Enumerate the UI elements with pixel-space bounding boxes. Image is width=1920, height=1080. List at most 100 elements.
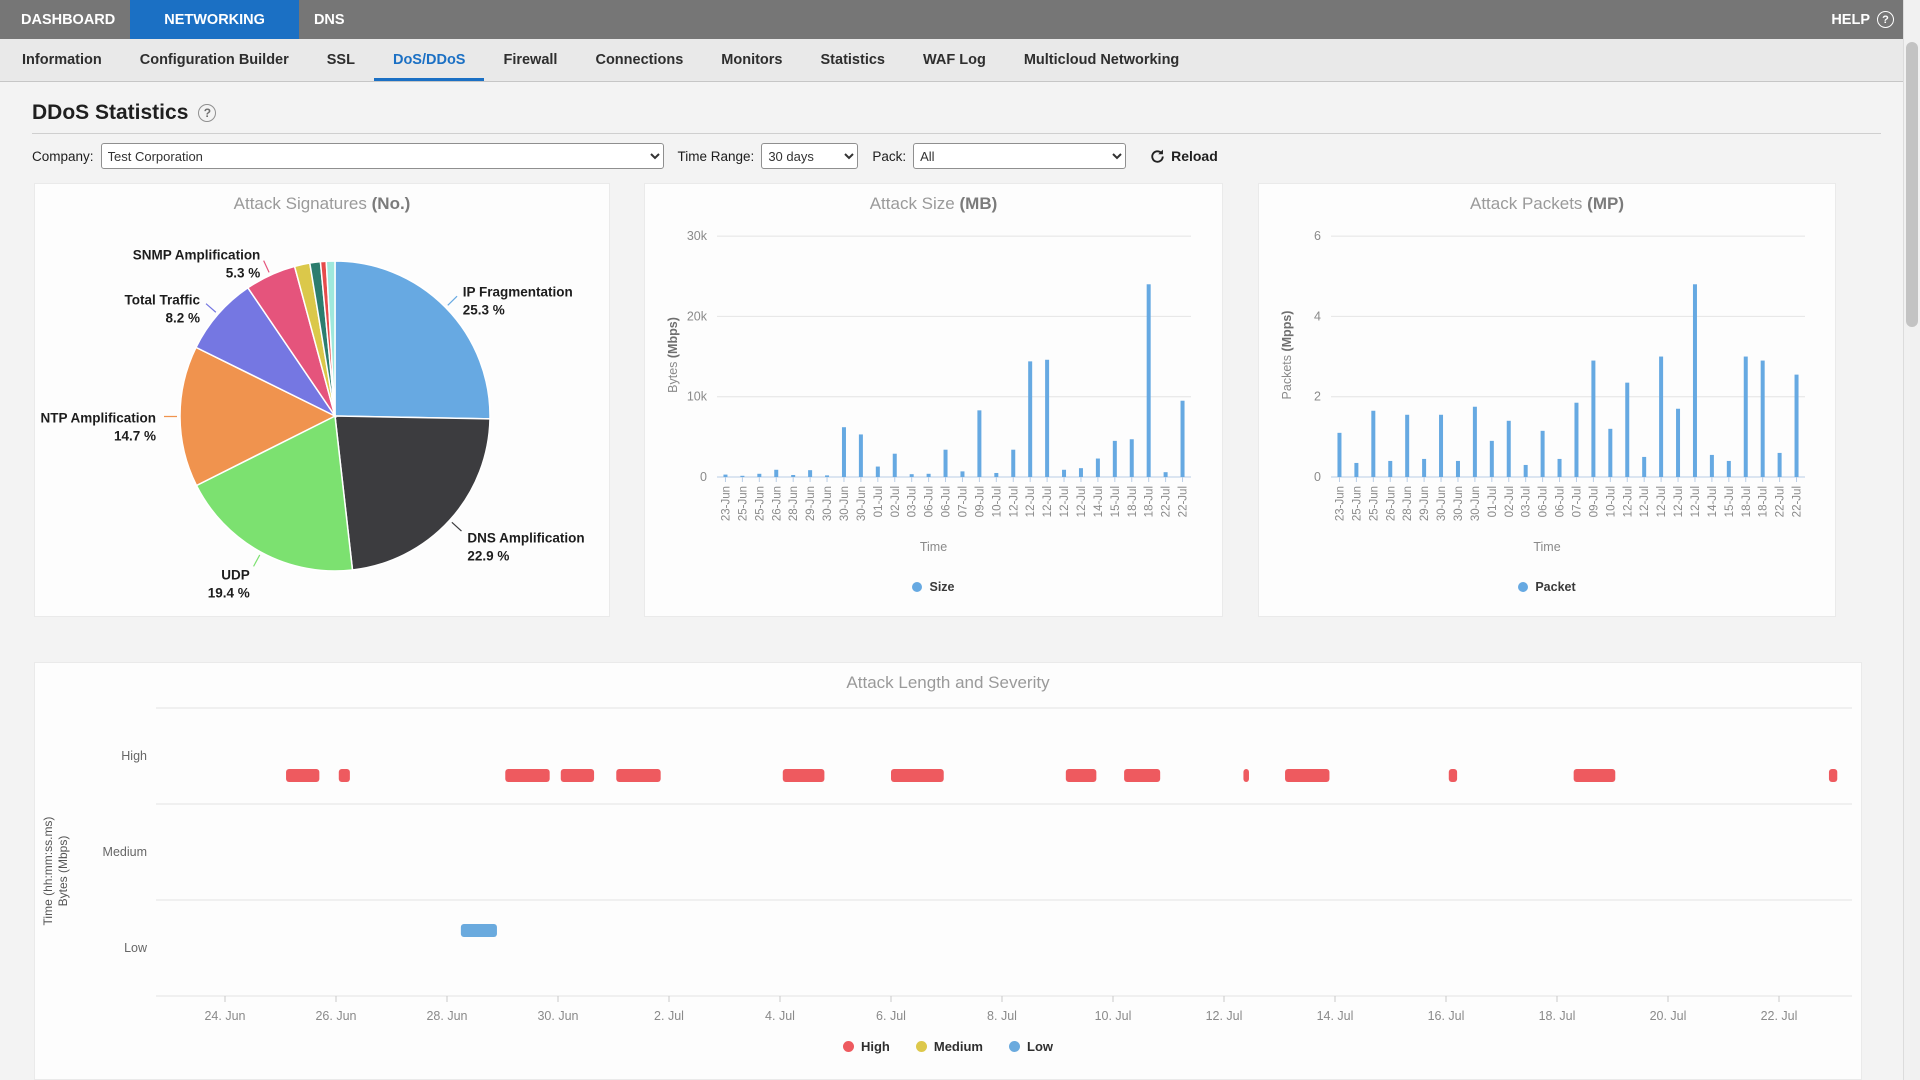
tab-monitors[interactable]: Monitors [702,39,801,81]
svg-text:03-Jul: 03-Jul [1521,486,1533,517]
svg-text:18-Jul: 18-Jul [1127,486,1139,517]
svg-text:2: 2 [1314,390,1321,404]
svg-text:02-Jul: 02-Jul [1504,486,1516,517]
attack-length-severity-chart[interactable]: HighMediumLow24. Jun26. Jun28. Jun30. Ju… [35,663,1861,1035]
attack-packets-bar-chart[interactable]: 024623-Jun25-Jun25-Jun26-Jun28-Jun29-Jun… [1259,184,1835,536]
svg-text:23-Jun: 23-Jun [720,486,732,521]
time-range-label: Time Range: [678,149,755,164]
svg-text:6: 6 [1314,229,1321,243]
svg-text:Total Traffic8.2 %: Total Traffic8.2 % [124,292,200,325]
attack-size-legend[interactable]: Size [645,580,1222,594]
svg-text:12-Jul: 12-Jul [1008,486,1020,517]
svg-text:12-Jul: 12-Jul [1639,486,1651,517]
svg-text:10-Jul: 10-Jul [991,486,1003,517]
low-legend-dot [1009,1041,1020,1052]
company-select[interactable]: Test Corporation [101,143,664,169]
top-nav: DASHBOARD NETWORKING DNS HELP ? [0,0,1920,39]
svg-text:8. Jul: 8. Jul [987,1009,1017,1023]
company-label: Company: [32,149,94,164]
svg-text:14-Jul: 14-Jul [1093,486,1105,517]
svg-text:12-Jul: 12-Jul [1059,486,1071,517]
svg-text:24. Jun: 24. Jun [204,1009,245,1023]
svg-text:2. Jul: 2. Jul [654,1009,684,1023]
svg-text:6. Jul: 6. Jul [876,1009,906,1023]
svg-text:10-Jul: 10-Jul [1605,486,1617,517]
svg-text:03-Jul: 03-Jul [907,486,919,517]
svg-text:High: High [121,749,147,763]
svg-text:28. Jun: 28. Jun [426,1009,467,1023]
tab-multicloud-networking[interactable]: Multicloud Networking [1005,39,1198,81]
svg-text:23-Jun: 23-Jun [1334,486,1346,521]
legend-item-high[interactable]: High [843,1039,890,1054]
svg-text:12-Jul: 12-Jul [1025,486,1037,517]
high-legend-dot [843,1041,854,1052]
svg-text:29-Jun: 29-Jun [805,486,817,521]
attack-packets-legend[interactable]: Packet [1259,580,1835,594]
svg-text:UDP19.4 %: UDP19.4 % [208,567,250,600]
svg-text:30-Jun: 30-Jun [839,486,851,521]
help-button[interactable]: HELP ? [1831,0,1894,39]
svg-text:18. Jul: 18. Jul [1539,1009,1576,1023]
tab-dos-ddos[interactable]: DoS/DDoS [374,39,485,81]
svg-text:30-Jun: 30-Jun [1470,486,1482,521]
svg-text:12-Jul: 12-Jul [1042,486,1054,517]
time-range-select[interactable]: 30 days [761,143,858,169]
sub-tab-bar: Information Configuration Builder SSL Do… [0,39,1920,82]
svg-text:30-Jun: 30-Jun [1436,486,1448,521]
svg-text:26-Jun: 26-Jun [771,486,783,521]
scrollbar-thumb[interactable] [1906,42,1918,327]
pack-label: Pack: [872,149,906,164]
attack-signatures-pie-chart[interactable]: IP Fragmentation25.3 %DNS Amplification2… [35,184,609,616]
svg-text:22-Jul: 22-Jul [1792,486,1804,517]
tab-firewall[interactable]: Firewall [484,39,576,81]
svg-text:25-Jun: 25-Jun [1368,486,1380,521]
attack-signatures-panel: Attack Signatures (No.) IP Fragmentation… [34,183,610,617]
nav-item-networking[interactable]: NETWORKING [130,0,299,39]
svg-text:12-Jul: 12-Jul [1673,486,1685,517]
svg-text:29-Jun: 29-Jun [1419,486,1431,521]
tab-waf-log[interactable]: WAF Log [904,39,1005,81]
svg-text:SNMP Amplification5.3 %: SNMP Amplification5.3 % [133,247,261,280]
svg-text:07-Jul: 07-Jul [1571,486,1583,517]
tab-information[interactable]: Information [3,39,121,81]
svg-text:09-Jul: 09-Jul [974,486,986,517]
help-label: HELP [1831,12,1870,28]
svg-text:14. Jul: 14. Jul [1317,1009,1354,1023]
attack-packets-panel: Attack Packets (MP) Packets (Mpps) 02462… [1258,183,1836,617]
tab-statistics[interactable]: Statistics [802,39,904,81]
svg-text:12-Jul: 12-Jul [1622,486,1634,517]
svg-text:02-Jul: 02-Jul [890,486,902,517]
tab-connections[interactable]: Connections [576,39,702,81]
svg-text:01-Jul: 01-Jul [873,486,885,517]
tab-ssl[interactable]: SSL [308,39,374,81]
svg-text:30-Jun: 30-Jun [822,486,834,521]
svg-text:Low: Low [124,941,148,955]
page-help-icon[interactable]: ? [198,104,216,122]
svg-text:06-Jul: 06-Jul [1555,486,1567,517]
svg-text:15-Jul: 15-Jul [1724,486,1736,517]
svg-text:28-Jun: 28-Jun [788,486,800,521]
tab-configuration-builder[interactable]: Configuration Builder [121,39,308,81]
svg-text:0: 0 [1314,470,1321,484]
pack-select[interactable]: All [913,143,1126,169]
svg-text:IP Fragmentation25.3 %: IP Fragmentation25.3 % [463,285,573,318]
svg-text:4. Jul: 4. Jul [765,1009,795,1023]
attack-size-x-axis-label: Time [645,540,1222,554]
reload-button[interactable]: Reload [1150,148,1218,164]
svg-text:20k: 20k [687,309,708,323]
svg-text:NTP Amplification14.7 %: NTP Amplification14.7 % [40,411,156,444]
reload-icon [1150,149,1165,164]
svg-text:20. Jul: 20. Jul [1650,1009,1687,1023]
attack-packets-x-axis-label: Time [1259,540,1835,554]
svg-text:12. Jul: 12. Jul [1206,1009,1243,1023]
legend-item-low[interactable]: Low [1009,1039,1053,1054]
svg-text:4: 4 [1314,309,1321,323]
svg-text:18-Jul: 18-Jul [1758,486,1770,517]
svg-text:06-Jul: 06-Jul [1538,486,1550,517]
title-divider [32,133,1881,134]
nav-item-dashboard[interactable]: DASHBOARD [6,0,130,39]
nav-item-dns[interactable]: DNS [299,0,360,39]
attack-size-bar-chart[interactable]: 010k20k30k23-Jun25-Jun25-Jun26-Jun28-Jun… [645,184,1222,536]
scrollbar[interactable] [1903,0,1920,1080]
legend-item-medium[interactable]: Medium [916,1039,983,1054]
